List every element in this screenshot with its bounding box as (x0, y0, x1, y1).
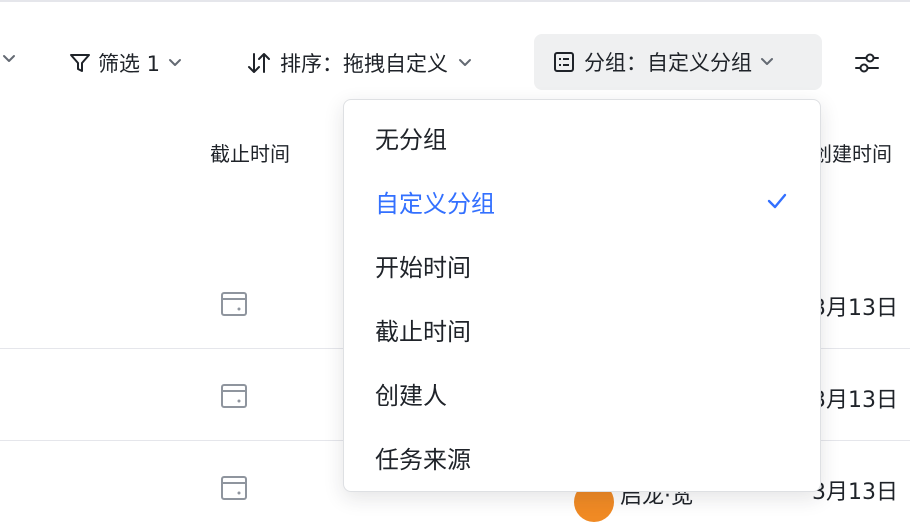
option-label: 截止时间 (375, 317, 471, 346)
settings-sliders-icon (855, 53, 879, 73)
sort-button[interactable]: 排序：拖拽自定义 (246, 46, 474, 80)
column-header-created[interactable]: 创建时间 (812, 138, 892, 167)
group-option-none[interactable]: 无分组 (344, 105, 820, 169)
group-option-creator[interactable]: 创建人 (344, 361, 820, 425)
option-label: 自定义分组 (375, 189, 495, 218)
sort-icon (248, 53, 270, 73)
group-button[interactable]: 分组：自定义分组 (534, 34, 822, 90)
group-list-icon (554, 52, 574, 72)
option-label: 无分组 (375, 125, 447, 154)
calendar-icon[interactable] (220, 382, 248, 414)
option-label: 创建人 (375, 381, 447, 410)
filter-button[interactable]: 筛选 1 (68, 46, 184, 80)
chevron-down-icon (459, 59, 471, 66)
group-option-custom[interactable]: 自定义分组 (344, 169, 820, 233)
calendar-icon[interactable] (220, 474, 248, 506)
view-settings-button[interactable] (852, 48, 882, 78)
column-header-deadline[interactable]: 截止时间 (210, 138, 290, 167)
option-label: 开始时间 (375, 253, 471, 282)
created-date-cell: 3月13日 (812, 388, 898, 413)
group-option-deadline[interactable]: 截止时间 (344, 297, 820, 361)
calendar-icon[interactable] (220, 290, 248, 322)
chevron-down-icon (169, 59, 182, 66)
group-option-start-time[interactable]: 开始时间 (344, 233, 820, 297)
group-by-menu: 无分组 自定义分组 开始时间 截止时间 创建人 任务来源 (343, 99, 821, 492)
checkmark-icon (767, 193, 787, 209)
chevron-down-icon (761, 58, 773, 65)
filter-label: 筛选 1 (98, 52, 161, 76)
chevron-down-icon (3, 55, 15, 62)
group-option-task-source[interactable]: 任务来源 (344, 425, 820, 489)
created-date-cell: 3月13日 (812, 296, 898, 321)
created-date-cell: 3月13日 (812, 480, 898, 505)
sort-label: 排序：拖拽自定义 (280, 52, 448, 76)
view-switch-chevron[interactable] (0, 50, 18, 68)
filter-icon (70, 54, 90, 72)
top-divider (0, 0, 910, 2)
group-label: 分组：自定义分组 (584, 51, 752, 75)
option-label: 任务来源 (375, 445, 471, 474)
